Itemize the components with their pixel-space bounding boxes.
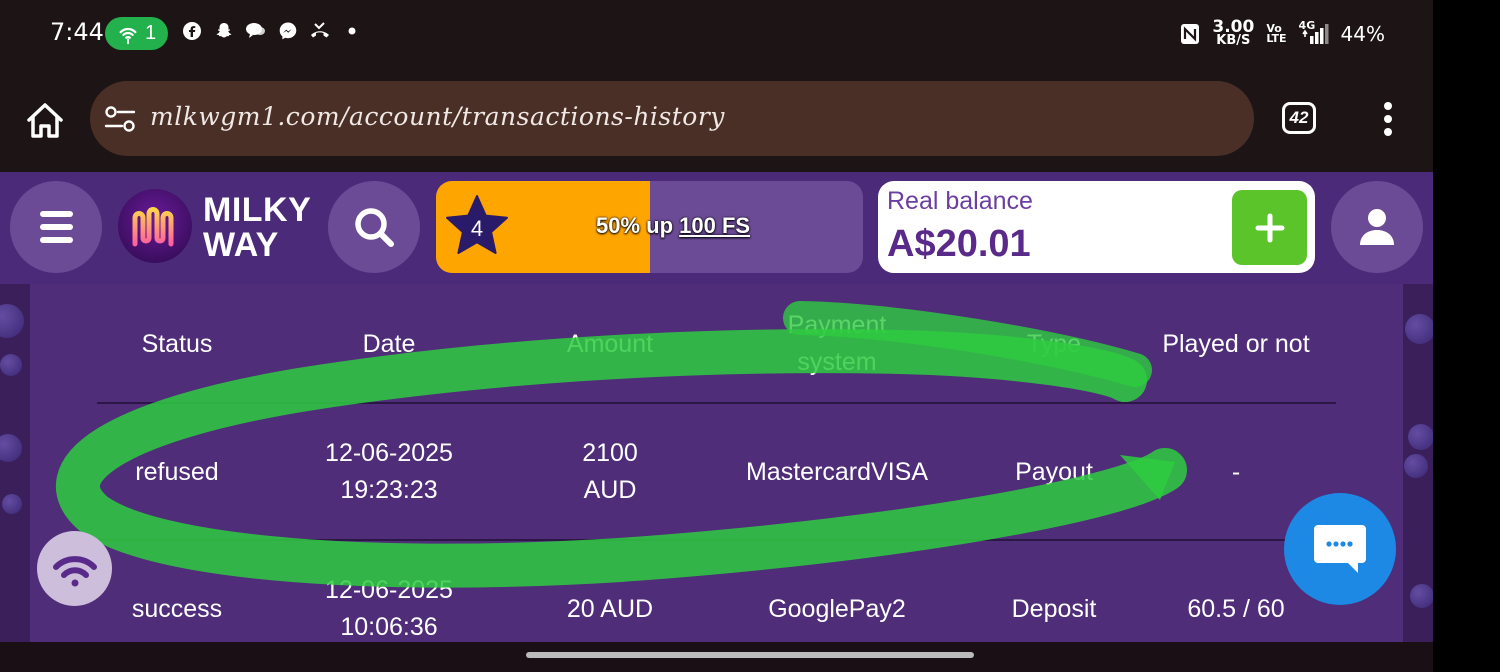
wifi-icon	[52, 555, 97, 586]
column-header-date: Date	[362, 329, 416, 358]
promo-text: 50% up 100 FS	[596, 213, 751, 238]
status-right-icons: 3.00 KB/S Vo LTE 4G 44%	[1180, 18, 1385, 48]
row1-type: Payout	[1015, 457, 1093, 486]
facebook-icon	[181, 20, 203, 42]
battery-level: 44%	[1340, 21, 1385, 46]
missed-call-icon	[309, 20, 331, 42]
logo-text[interactable]: MILKY WAY	[203, 193, 311, 263]
decorative-bubble	[2, 494, 22, 514]
search-icon	[355, 208, 394, 247]
user-icon	[1360, 209, 1394, 245]
home-icon	[27, 103, 63, 138]
profile-button[interactable]	[1331, 181, 1423, 273]
hotspot-indicator: 1	[105, 17, 168, 50]
logo-line2: WAY	[203, 226, 279, 264]
more-menu-button[interactable]	[1378, 102, 1398, 136]
row1-amount-value: 2100	[582, 439, 638, 467]
column-header-type: Type	[1026, 329, 1082, 358]
gesture-handle[interactable]	[526, 652, 974, 658]
column-header-payment-system: Payment system	[787, 311, 887, 376]
balance-label: Real balance	[887, 187, 1033, 215]
tabs-button[interactable]: 42	[1282, 102, 1316, 134]
network-speed-unit: KB/S	[1216, 33, 1251, 48]
menu-icon	[39, 211, 73, 217]
menu-button[interactable]	[10, 181, 102, 273]
column-header-amount: Amount	[566, 329, 654, 358]
decorative-bubble	[1408, 424, 1433, 450]
logo-line1: MILKY	[203, 191, 312, 229]
row2-time: 10:06:36	[340, 613, 438, 641]
tab-count: 42	[1289, 108, 1309, 127]
decorative-bubble	[0, 304, 24, 338]
network-type: 4G	[1298, 18, 1316, 32]
more-vert-icon	[1384, 102, 1392, 110]
decorative-bubble	[0, 354, 22, 376]
decorative-bubble	[1410, 584, 1433, 608]
screen-edge	[1433, 0, 1500, 672]
hotspot-count: 1	[144, 22, 157, 44]
row1-status: refused	[135, 457, 219, 486]
status-time: 7:44	[50, 18, 104, 46]
volte-indicator: Vo LTE	[1266, 21, 1287, 45]
logo-emblem[interactable]	[118, 189, 192, 263]
search-button[interactable]	[328, 181, 420, 273]
promo-banner[interactable]: 4 50% up 100 FS	[436, 181, 863, 273]
chat-button[interactable]	[1284, 493, 1396, 605]
chat-icon	[1314, 525, 1366, 573]
milky-way-logo-icon	[132, 207, 174, 247]
column-header-played: Played or not	[1162, 329, 1310, 358]
home-button[interactable]	[22, 98, 68, 144]
promo-level: 4	[470, 216, 484, 241]
decorative-bubble	[1405, 314, 1433, 344]
phone-screen: 7:44 1 3.00 KB/S Vo LTE 4G 44% mlkwgm1.c…	[0, 0, 1433, 672]
signal-indicator: 4G	[1298, 18, 1329, 46]
promo-link[interactable]: 100 FS	[679, 213, 750, 238]
row2-date: 12-06-2025	[325, 576, 453, 604]
row1-datetime: 12-06-2025 19:23:23	[287, 404, 491, 540]
notification-icons	[181, 20, 363, 42]
plus-icon	[1255, 213, 1284, 242]
decorative-bubble	[1404, 454, 1428, 478]
network-speed: 3.00 KB/S	[1212, 19, 1254, 48]
chat-bubbles-icon	[245, 20, 267, 42]
nfc-icon	[1181, 23, 1200, 44]
status-bar: 7:44 1 3.00 KB/S Vo LTE 4G 44%	[0, 0, 1433, 68]
decorative-bubble	[0, 434, 22, 462]
deposit-button[interactable]	[1232, 190, 1307, 265]
url-text[interactable]: mlkwgm1.com/account/transactions-history	[150, 102, 725, 131]
balance-card: Real balance A$20.01	[878, 181, 1315, 273]
site-settings-button[interactable]	[104, 105, 136, 133]
balance-value: A$20.01	[887, 223, 1031, 265]
row1-date: 12-06-2025	[325, 439, 453, 467]
more-notifications-dot	[341, 20, 363, 42]
row1-time: 19:23:23	[340, 476, 438, 504]
row1-amount: 2100 AUD	[525, 404, 695, 540]
row1-payment-system: MastercardVISA	[745, 457, 928, 486]
hotspot-icon	[119, 27, 137, 44]
site-settings-icon	[104, 106, 136, 132]
snapchat-icon	[213, 20, 235, 42]
connection-button[interactable]	[37, 531, 112, 606]
row1-amount-currency: AUD	[583, 476, 637, 504]
column-header-status: Status	[141, 329, 213, 358]
messenger-icon	[277, 20, 299, 42]
